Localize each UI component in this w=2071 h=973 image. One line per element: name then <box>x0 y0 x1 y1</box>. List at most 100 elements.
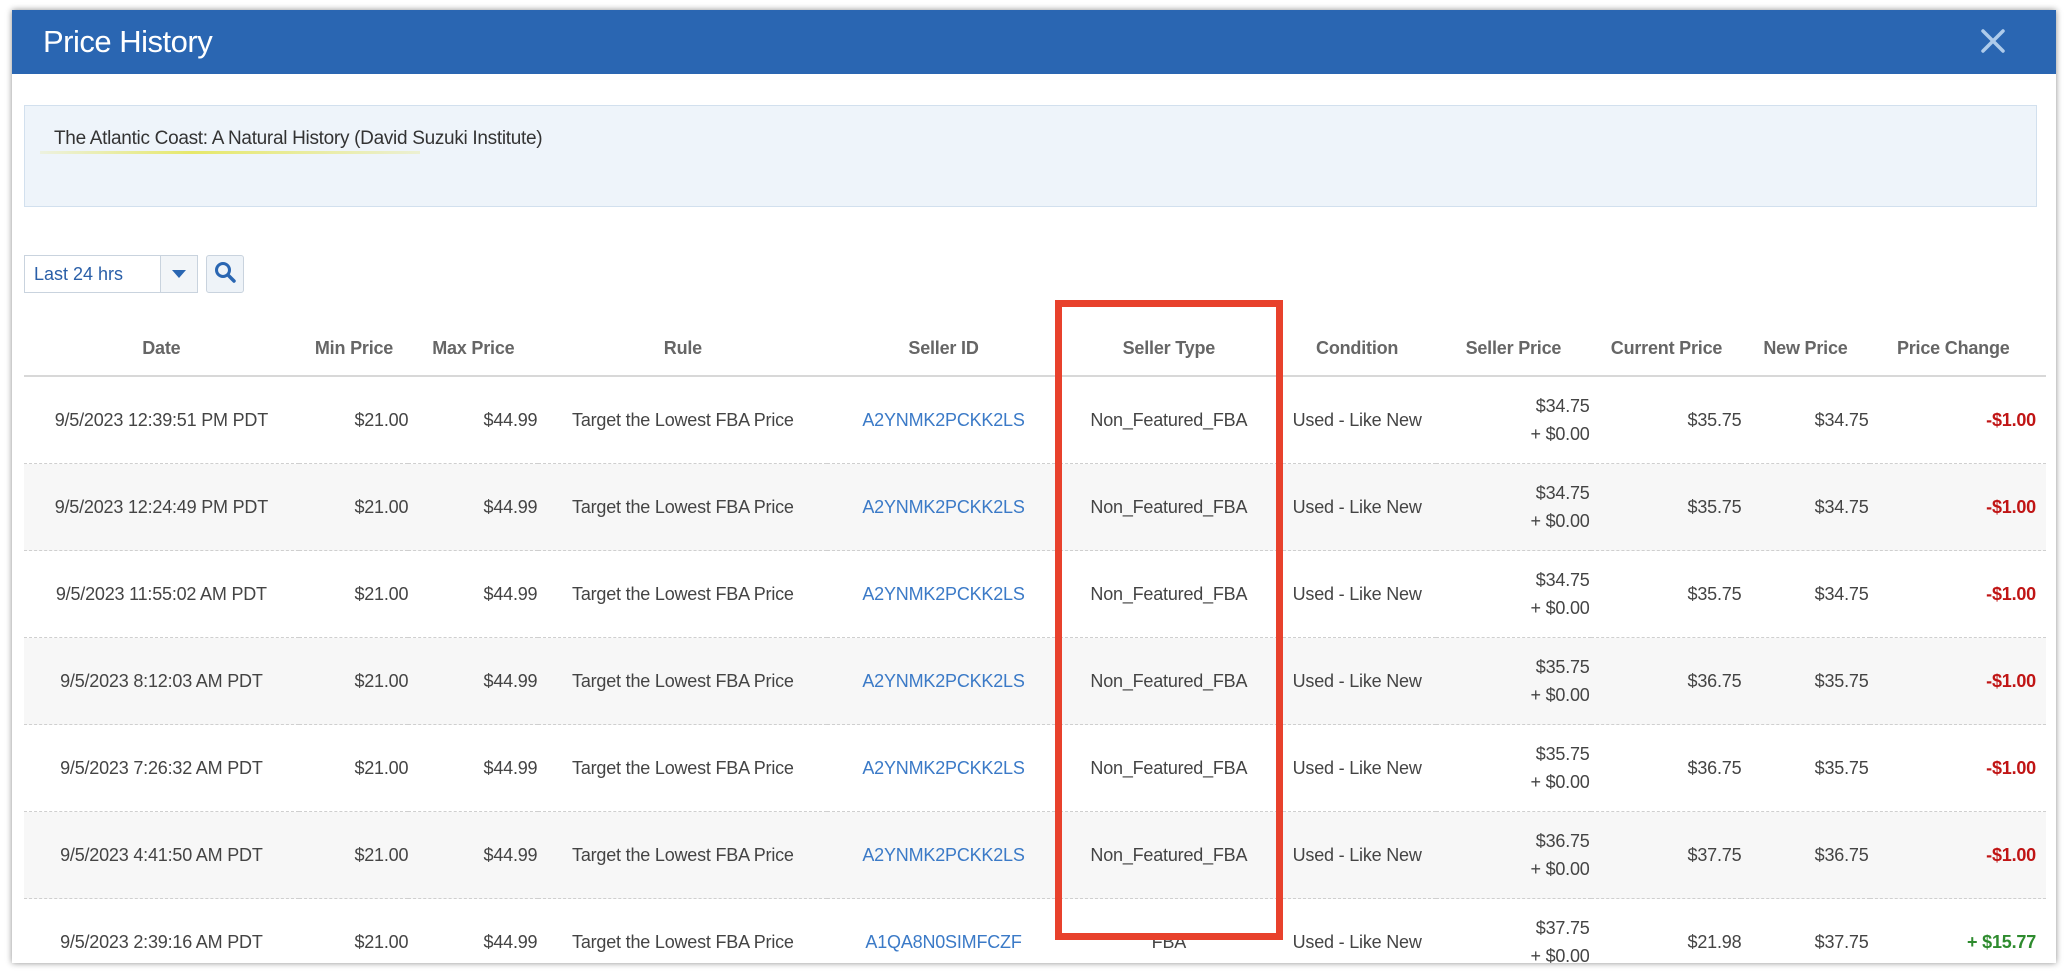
column-header-seller-id[interactable]: Seller ID <box>827 322 1060 377</box>
column-header-new-price[interactable]: New Price <box>1741 322 1870 377</box>
cell-rule: Target the Lowest FBA Price <box>538 811 828 899</box>
seller-price-value: $35.75 <box>1535 744 1590 764</box>
cell-seller-price: $35.75 + $0.00 <box>1436 724 1591 812</box>
product-info-box: The Atlantic Coast: A Natural History (D… <box>24 105 2037 207</box>
shipping-value: + $0.00 <box>1530 511 1590 531</box>
cell-rule: Target the Lowest FBA Price <box>538 898 828 963</box>
table-row: 9/5/2023 2:39:16 AM PDT $21.00 $44.99 Ta… <box>24 898 2046 963</box>
cell-max-price: $44.99 <box>408 811 539 899</box>
cell-seller-type: Non_Featured_FBA <box>1059 724 1279 812</box>
date-range-select[interactable]: Last 24 hrs <box>24 255 198 293</box>
column-header-rule[interactable]: Rule <box>538 322 828 377</box>
seller-price-value: $34.75 <box>1535 483 1590 503</box>
chevron-down-icon[interactable] <box>160 256 197 292</box>
cell-rule: Target the Lowest FBA Price <box>538 463 828 551</box>
cell-price-change: -$1.00 <box>1869 376 2046 464</box>
cell-max-price: $44.99 <box>408 463 539 551</box>
cell-date: 9/5/2023 11:55:02 AM PDT <box>24 550 299 638</box>
column-header-condition[interactable]: Condition <box>1278 322 1437 377</box>
cell-price-change: -$1.00 <box>1869 637 2046 725</box>
dialog-titlebar: Price History <box>12 10 2056 74</box>
cell-condition: Used - Like New <box>1278 376 1437 464</box>
cell-condition: Used - Like New <box>1278 811 1437 899</box>
cell-seller-type: FBA <box>1059 898 1279 963</box>
cell-new-price: $35.75 <box>1741 724 1870 812</box>
table-row: 9/5/2023 8:12:03 AM PDT $21.00 $44.99 Ta… <box>24 637 2046 725</box>
seller-id-link[interactable]: A2YNMK2PCKK2LS <box>862 758 1024 778</box>
table-row: 9/5/2023 12:24:49 PM PDT $21.00 $44.99 T… <box>24 463 2046 551</box>
cell-condition: Used - Like New <box>1278 463 1437 551</box>
cell-min-price: $21.00 <box>298 724 408 812</box>
table-header-row: Date Min Price Max Price Rule Seller ID … <box>24 322 2046 377</box>
cell-current-price: $36.75 <box>1590 637 1742 725</box>
cell-seller-type: Non_Featured_FBA <box>1059 637 1279 725</box>
column-header-date[interactable]: Date <box>24 322 299 377</box>
seller-price-value: $37.75 <box>1535 918 1590 938</box>
column-header-seller-type[interactable]: Seller Type <box>1059 322 1279 377</box>
seller-id-link[interactable]: A2YNMK2PCKK2LS <box>862 584 1024 604</box>
cell-current-price: $21.98 <box>1590 898 1742 963</box>
date-range-value: Last 24 hrs <box>34 263 124 284</box>
cell-date: 9/5/2023 12:24:49 PM PDT <box>24 463 299 551</box>
seller-id-link[interactable]: A2YNMK2PCKK2LS <box>862 671 1024 691</box>
cell-seller-id-cell: A2YNMK2PCKK2LS <box>827 811 1060 899</box>
cell-rule: Target the Lowest FBA Price <box>538 550 828 638</box>
column-header-price-change[interactable]: Price Change <box>1869 322 2046 377</box>
cell-rule: Target the Lowest FBA Price <box>538 724 828 812</box>
seller-price-value: $35.75 <box>1535 657 1590 677</box>
cell-current-price: $35.75 <box>1590 463 1742 551</box>
cell-condition: Used - Like New <box>1278 898 1437 963</box>
cell-new-price: $37.75 <box>1741 898 1870 963</box>
cell-current-price: $36.75 <box>1590 724 1742 812</box>
seller-id-link[interactable]: A2YNMK2PCKK2LS <box>862 845 1024 865</box>
cell-max-price: $44.99 <box>408 376 539 464</box>
cell-max-price: $44.99 <box>408 550 539 638</box>
cell-condition: Used - Like New <box>1278 550 1437 638</box>
cell-date: 9/5/2023 8:12:03 AM PDT <box>24 637 299 725</box>
column-header-max-price[interactable]: Max Price <box>408 322 539 377</box>
shipping-value: + $0.00 <box>1530 859 1590 879</box>
cell-seller-price: $37.75 + $0.00 <box>1436 898 1591 963</box>
seller-id-link[interactable]: A2YNMK2PCKK2LS <box>862 497 1024 517</box>
date-range-filter: Last 24 hrs <box>24 255 244 293</box>
cell-seller-id-cell: A2YNMK2PCKK2LS <box>827 463 1060 551</box>
cell-seller-price: $34.75 + $0.00 <box>1436 376 1591 464</box>
cell-current-price: $37.75 <box>1590 811 1742 899</box>
cell-current-price: $35.75 <box>1590 550 1742 638</box>
shipping-value: + $0.00 <box>1530 946 1590 963</box>
column-header-min-price[interactable]: Min Price <box>298 322 409 377</box>
cell-seller-type: Non_Featured_FBA <box>1059 463 1279 551</box>
shipping-value: + $0.00 <box>1530 598 1590 618</box>
seller-id-link[interactable]: A1QA8N0SIMFCZF <box>865 932 1021 952</box>
table-row: 9/5/2023 4:41:50 AM PDT $21.00 $44.99 Ta… <box>24 811 2046 899</box>
cell-seller-price: $36.75 + $0.00 <box>1436 811 1591 899</box>
cell-rule: Target the Lowest FBA Price <box>538 376 828 464</box>
cell-min-price: $21.00 <box>298 898 408 963</box>
seller-price-value: $34.75 <box>1535 570 1590 590</box>
cell-seller-type: Non_Featured_FBA <box>1059 811 1279 899</box>
column-header-current-price[interactable]: Current Price <box>1590 322 1742 377</box>
seller-id-link[interactable]: A2YNMK2PCKK2LS <box>862 410 1024 430</box>
cell-seller-price: $34.75 + $0.00 <box>1436 463 1591 551</box>
cell-max-price: $44.99 <box>408 637 539 725</box>
cell-rule: Target the Lowest FBA Price <box>538 637 828 725</box>
text-highlight-mark <box>40 151 420 154</box>
cell-seller-id-cell: A2YNMK2PCKK2LS <box>827 724 1060 812</box>
cell-new-price: $35.75 <box>1741 637 1870 725</box>
cell-price-change: -$1.00 <box>1869 811 2046 899</box>
table-row: 9/5/2023 11:55:02 AM PDT $21.00 $44.99 T… <box>24 550 2046 638</box>
search-button[interactable] <box>206 255 244 293</box>
cell-price-change: -$1.00 <box>1869 724 2046 812</box>
column-header-seller-price[interactable]: Seller Price <box>1436 322 1591 377</box>
cell-min-price: $21.00 <box>298 811 408 899</box>
cell-new-price: $34.75 <box>1741 550 1870 638</box>
cell-seller-id-cell: A2YNMK2PCKK2LS <box>827 550 1060 638</box>
shipping-value: + $0.00 <box>1530 424 1590 444</box>
cell-date: 9/5/2023 12:39:51 PM PDT <box>24 376 299 464</box>
close-icon[interactable] <box>1978 26 2008 56</box>
shipping-value: + $0.00 <box>1530 685 1590 705</box>
seller-price-value: $36.75 <box>1535 831 1590 851</box>
cell-date: 9/5/2023 2:39:16 AM PDT <box>24 898 299 963</box>
cell-price-change: -$1.00 <box>1869 463 2046 551</box>
cell-seller-id-cell: A1QA8N0SIMFCZF <box>827 898 1060 963</box>
